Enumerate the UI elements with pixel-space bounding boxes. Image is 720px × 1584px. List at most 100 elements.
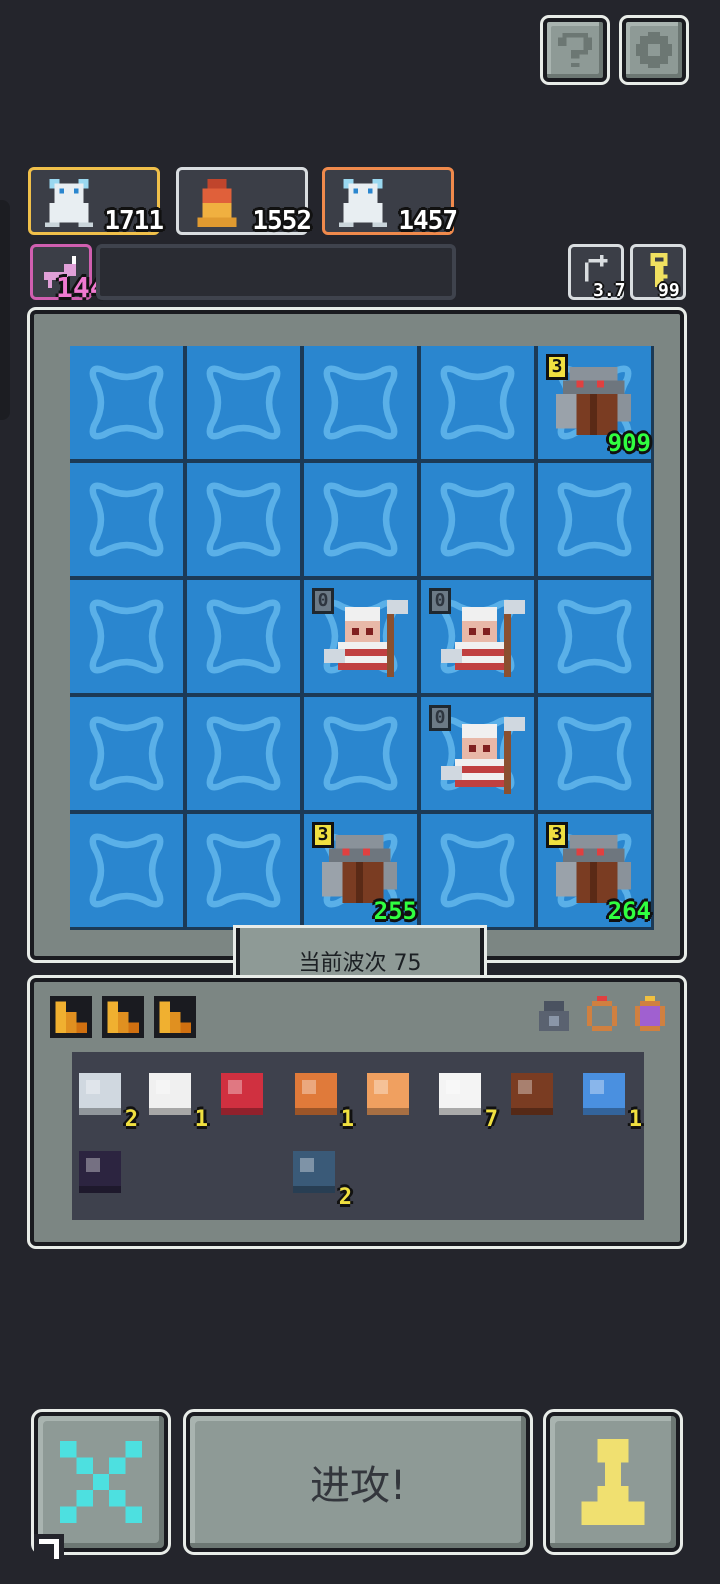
board-cell[interactable] bbox=[304, 346, 417, 459]
attack-button[interactable]: 进攻! bbox=[183, 1409, 533, 1555]
fire-hand-icon bbox=[367, 1073, 409, 1115]
board-cell[interactable] bbox=[187, 346, 300, 459]
board-cell[interactable] bbox=[538, 580, 651, 693]
water-tile-pattern bbox=[89, 833, 164, 908]
hero-card[interactable]: 1552 bbox=[176, 167, 312, 236]
old-farmer-unit[interactable]: 0 bbox=[421, 580, 534, 693]
board-cell[interactable] bbox=[187, 463, 300, 576]
board-cell[interactable] bbox=[304, 697, 417, 810]
item-quantity: 1 bbox=[340, 1107, 354, 1132]
side-notch bbox=[0, 200, 10, 420]
cheese-icon[interactable] bbox=[102, 996, 144, 1038]
knight-unit[interactable]: 3 264 bbox=[538, 814, 651, 927]
crossed-swords-icon bbox=[60, 1441, 142, 1523]
unit-level: 3 bbox=[312, 822, 334, 848]
inventory-slot[interactable]: 1 bbox=[142, 1066, 208, 1132]
attack-label: 进攻! bbox=[309, 1463, 407, 1509]
item-quantity: 2 bbox=[338, 1185, 352, 1210]
unit-level: 0 bbox=[312, 588, 334, 614]
board-cell[interactable] bbox=[70, 346, 183, 459]
hero-card[interactable]: 1711 bbox=[28, 167, 164, 236]
scroll-icon bbox=[79, 1073, 121, 1115]
board-cell[interactable] bbox=[538, 463, 651, 576]
water-tile-pattern bbox=[557, 716, 632, 791]
board-cell[interactable] bbox=[187, 580, 300, 693]
dark-armor-icon[interactable] bbox=[534, 996, 574, 1036]
inventory-slot[interactable]: 2 bbox=[286, 1144, 352, 1210]
inventory-slot[interactable]: 1 bbox=[576, 1066, 642, 1132]
old-farmer-icon bbox=[324, 600, 408, 677]
inventory-slot[interactable] bbox=[72, 1144, 138, 1206]
pawn-icon bbox=[581, 1439, 645, 1525]
water-tile-pattern bbox=[89, 599, 164, 674]
inventory-slot[interactable] bbox=[360, 1066, 426, 1128]
board-cell[interactable] bbox=[421, 346, 534, 459]
cheese-icon[interactable] bbox=[50, 996, 92, 1038]
water-tile-pattern bbox=[557, 482, 632, 557]
blue-crystal-icon bbox=[583, 1073, 625, 1115]
hero-value: 1457 bbox=[398, 206, 458, 236]
board-cell[interactable] bbox=[538, 697, 651, 810]
old-farmer-unit[interactable]: 0 bbox=[421, 697, 534, 810]
cheese-icon[interactable] bbox=[154, 996, 196, 1038]
question-mark-icon bbox=[558, 33, 592, 67]
board-cell[interactable] bbox=[187, 697, 300, 810]
board-cell[interactable]: 0 bbox=[421, 580, 534, 693]
hero-value: 1552 bbox=[252, 206, 312, 236]
board-cell[interactable] bbox=[70, 463, 183, 576]
board-grid: 3 909 0 0 0 3 255 3 264 bbox=[70, 346, 654, 930]
board-cell[interactable]: 3 264 bbox=[538, 814, 651, 927]
ice-wolf-icon bbox=[338, 178, 388, 228]
water-tile-pattern bbox=[440, 833, 515, 908]
shadow-flower-icon bbox=[79, 1151, 121, 1193]
settings-button[interactable] bbox=[619, 15, 689, 85]
board-cell[interactable]: 3 255 bbox=[304, 814, 417, 927]
inventory-slot[interactable]: 2 bbox=[72, 1066, 138, 1132]
board-cell[interactable] bbox=[421, 814, 534, 927]
inventory-slot[interactable]: 7 bbox=[432, 1066, 498, 1132]
knight-unit[interactable]: 3 255 bbox=[304, 814, 417, 927]
inventory-panel: 2 1 1 7 1 2 bbox=[27, 975, 687, 1249]
board-cell[interactable] bbox=[304, 463, 417, 576]
board-cell[interactable] bbox=[187, 814, 300, 927]
help-button[interactable] bbox=[540, 15, 610, 85]
board-cell[interactable] bbox=[70, 580, 183, 693]
board-cell[interactable] bbox=[70, 814, 183, 927]
unit-level: 0 bbox=[429, 588, 451, 614]
hero-card[interactable]: 1457 bbox=[322, 167, 458, 236]
water-tile-pattern bbox=[440, 365, 515, 440]
close-button[interactable] bbox=[31, 1409, 171, 1555]
inventory-slot[interactable] bbox=[504, 1066, 570, 1128]
board-cell[interactable] bbox=[421, 463, 534, 576]
ice-wolf-icon bbox=[44, 178, 94, 228]
board-cell[interactable]: 0 bbox=[421, 697, 534, 810]
board-cell[interactable]: 3 909 bbox=[538, 346, 651, 459]
purple-ring-icon[interactable] bbox=[630, 996, 670, 1036]
wave-label: 当前波次 75 bbox=[298, 951, 422, 976]
unit-hp: 255 bbox=[373, 897, 417, 925]
board-cell[interactable]: 0 bbox=[304, 580, 417, 693]
red-gem-icon bbox=[221, 1073, 263, 1115]
unit-hp: 264 bbox=[607, 897, 651, 925]
board-cell[interactable] bbox=[70, 697, 183, 810]
inventory-slot[interactable] bbox=[214, 1066, 280, 1128]
copper-ring-icon[interactable] bbox=[582, 996, 622, 1036]
pawn-button[interactable] bbox=[543, 1409, 683, 1555]
water-tile-pattern bbox=[89, 365, 164, 440]
unit-hp: 909 bbox=[607, 429, 651, 457]
item-quantity: 1 bbox=[628, 1107, 642, 1132]
game-board: 3 909 0 0 0 3 255 3 264 bbox=[27, 307, 687, 963]
item-quantity: 7 bbox=[484, 1107, 498, 1132]
water-tile-pattern bbox=[206, 833, 281, 908]
ring-row bbox=[534, 996, 670, 1036]
water-tile-pattern bbox=[557, 599, 632, 674]
water-tile-pattern bbox=[323, 365, 398, 440]
knight-unit[interactable]: 3 909 bbox=[538, 346, 651, 459]
energy-bar bbox=[96, 244, 456, 300]
old-farmer-unit[interactable]: 0 bbox=[304, 580, 417, 693]
gear-icon bbox=[636, 32, 672, 68]
water-tile-pattern bbox=[440, 482, 515, 557]
item-quantity: 2 bbox=[124, 1107, 138, 1132]
bone-wand-icon bbox=[149, 1073, 191, 1115]
inventory-slot[interactable]: 1 bbox=[288, 1066, 354, 1132]
